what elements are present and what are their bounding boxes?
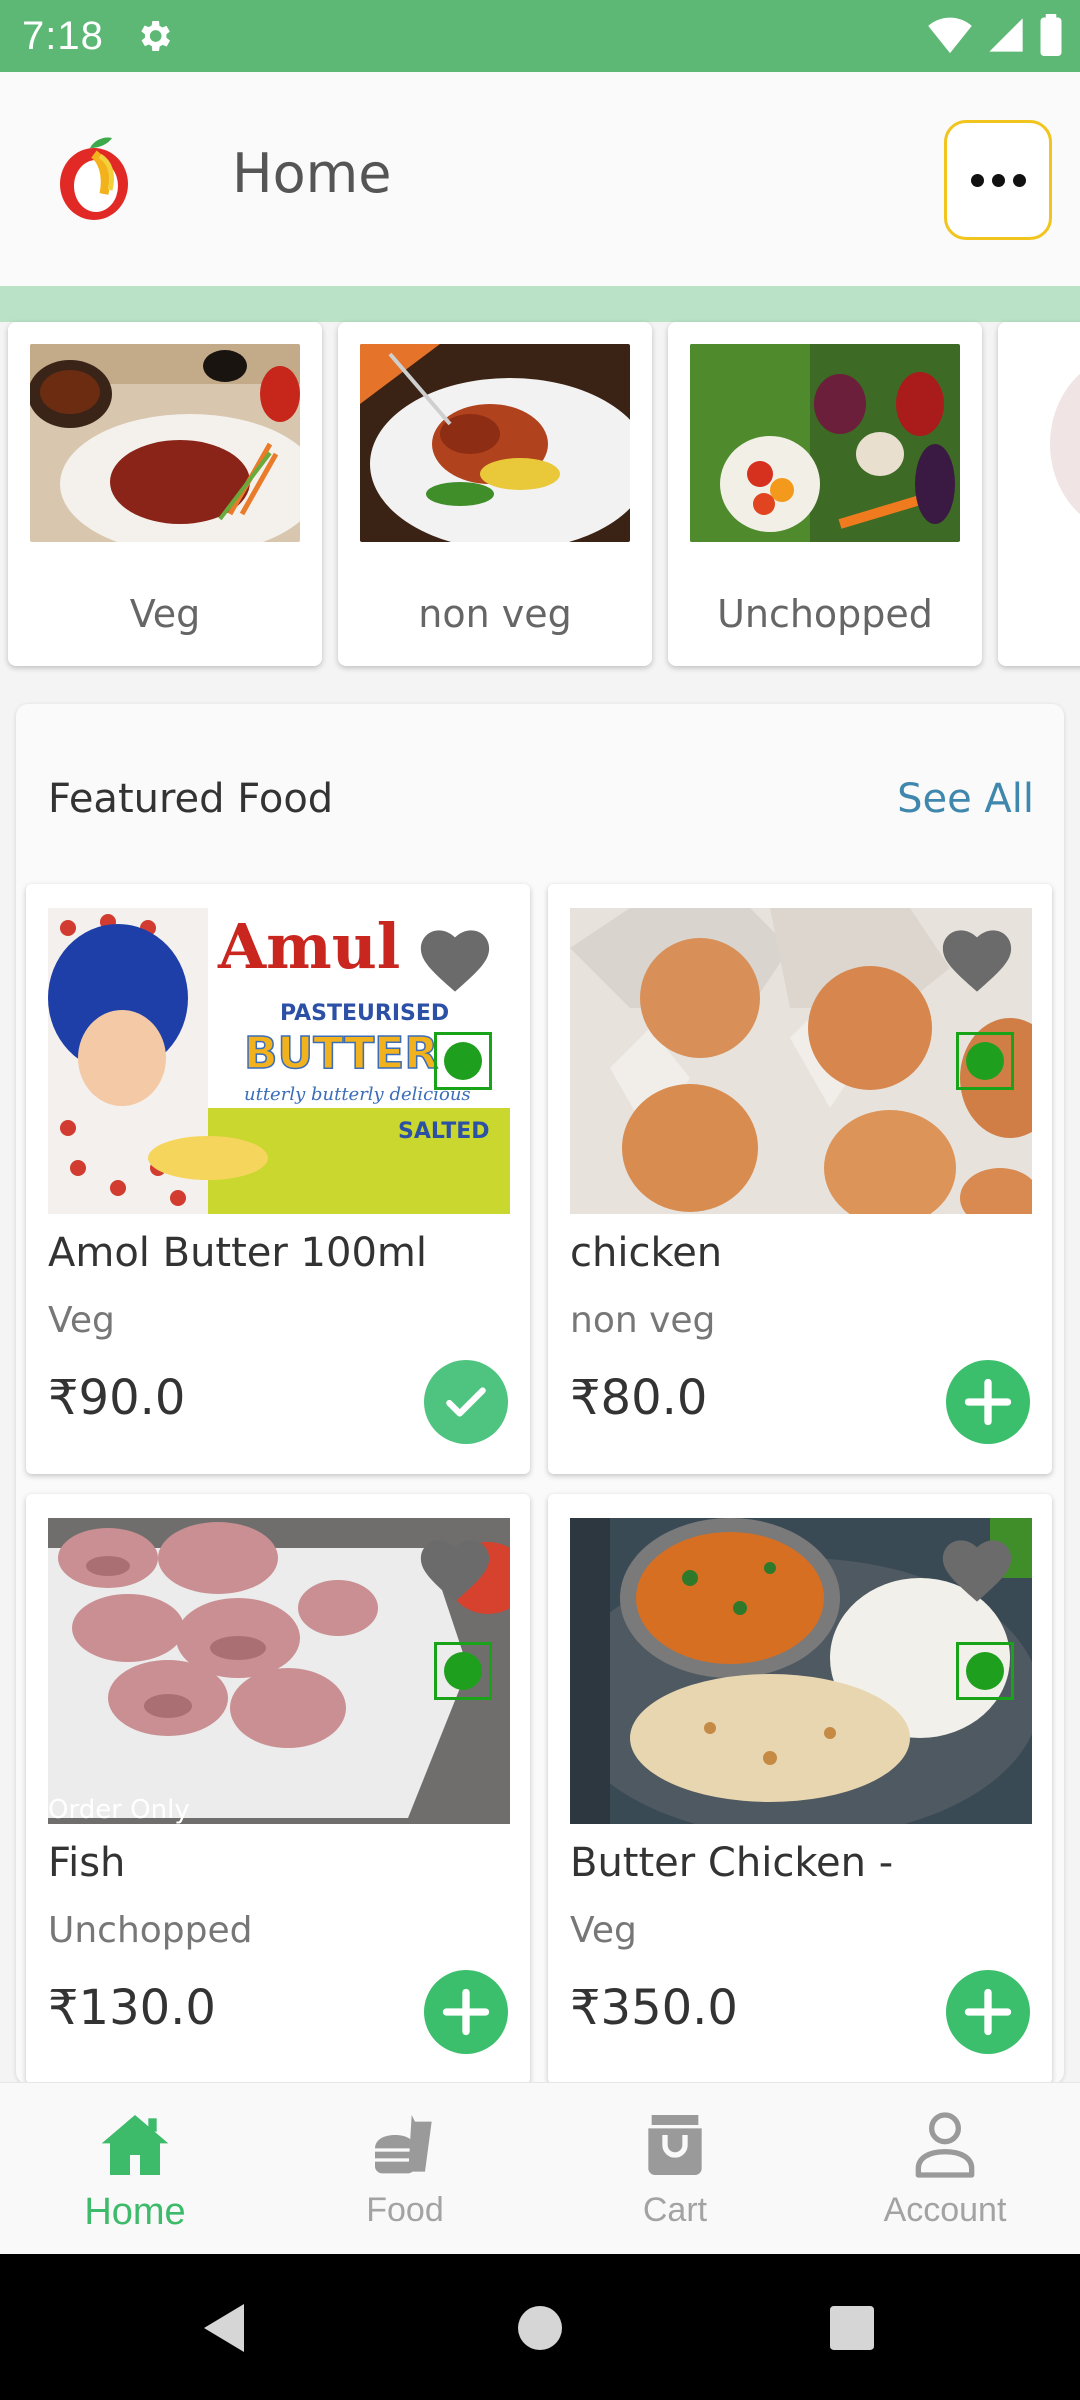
category-card-veg[interactable]: Veg — [8, 322, 322, 666]
category-card-partial[interactable] — [998, 322, 1080, 666]
food-image: Order Only — [48, 1518, 510, 1824]
status-bar: 7:18 — [0, 0, 1080, 72]
battery-icon — [1040, 14, 1062, 56]
featured-food-title: Featured Food — [48, 776, 334, 822]
veg-indicator-icon — [956, 1642, 1014, 1700]
dot-icon — [991, 173, 1005, 187]
nav-label: Food — [366, 2191, 444, 2229]
food-category: Veg — [570, 1910, 637, 1951]
brand-text: Amul — [217, 910, 400, 983]
veg-dot — [966, 1042, 1004, 1080]
food-image — [570, 1518, 1032, 1824]
food-name: Butter Chicken - — [570, 1840, 894, 1886]
food-category: Veg — [48, 1300, 115, 1341]
more-options-button[interactable] — [944, 120, 1052, 240]
recents-icon[interactable] — [830, 2306, 874, 2350]
vegetables-image — [690, 344, 960, 542]
pasteurised-text: PASTEURISED — [280, 1001, 449, 1026]
bottom-navigation: Home Food Cart Account — [0, 2082, 1080, 2254]
cell-signal-icon — [989, 18, 1023, 52]
nav-label: Home — [84, 2191, 186, 2233]
category-label: Unchopped — [717, 592, 933, 636]
roast-chicken-image — [360, 344, 630, 542]
home-circle-icon[interactable] — [518, 2306, 562, 2350]
food-category: Unchopped — [48, 1910, 253, 1951]
app-bar: Home — [0, 72, 1080, 286]
app-logo — [60, 137, 128, 220]
account-icon — [915, 2112, 975, 2178]
category-label: non veg — [418, 592, 572, 636]
cart-icon — [648, 2115, 702, 2175]
settings-gear-icon — [141, 21, 170, 51]
butter-text: BUTTER — [244, 1028, 438, 1079]
food-icon — [375, 2115, 432, 2174]
veg-dot — [966, 1652, 1004, 1690]
plus-icon — [964, 1988, 1012, 2036]
dot-icon — [970, 173, 984, 187]
category-card-unchopped[interactable]: Unchopped — [668, 322, 982, 666]
featured-food-section: Featured Food See All Amul PASTEURISED B… — [16, 704, 1064, 2084]
system-navigation-bar — [0, 2254, 1080, 2400]
food-card[interactable]: Butter Chicken - Veg ₹350.0 — [548, 1494, 1052, 2084]
nav-food[interactable]: Food — [270, 2083, 540, 2254]
add-to-cart-button[interactable] — [424, 1970, 508, 2054]
add-to-cart-button[interactable] — [946, 1970, 1030, 2054]
food-category: non veg — [570, 1300, 716, 1341]
favorite-heart-icon[interactable] — [942, 928, 1012, 994]
plus-icon — [442, 1988, 490, 2036]
category-card-non-veg[interactable]: non veg — [338, 322, 652, 666]
page-title: Home — [232, 142, 392, 205]
food-image — [570, 908, 1032, 1214]
favorite-heart-icon[interactable] — [420, 1538, 490, 1604]
status-indicators — [928, 14, 1062, 56]
category-strip[interactable]: Veg non veg Unchopped — [0, 286, 1080, 680]
nav-cart[interactable]: Cart — [540, 2083, 810, 2254]
food-price: ₹130.0 — [48, 1980, 216, 2036]
dot-icon — [1012, 173, 1026, 187]
partial-category-image — [1020, 344, 1080, 542]
food-price: ₹350.0 — [570, 1980, 738, 2036]
salted-text: SALTED — [398, 1119, 490, 1144]
veg-indicator-icon — [434, 1032, 492, 1090]
favorite-heart-icon[interactable] — [942, 1538, 1012, 1604]
back-icon[interactable] — [200, 2302, 248, 2354]
food-price: ₹80.0 — [570, 1370, 708, 1426]
food-name: Fish — [48, 1840, 126, 1886]
category-label: Veg — [129, 592, 201, 636]
food-image: Amul PASTEURISED BUTTER utterly butterly… — [48, 908, 510, 1214]
plus-icon — [964, 1378, 1012, 1426]
food-name: chicken — [570, 1230, 723, 1276]
nav-label: Account — [883, 2191, 1007, 2229]
food-card[interactable]: Order Only Fish Unchopped ₹130.0 — [26, 1494, 530, 2084]
veg-indicator-icon — [956, 1032, 1014, 1090]
veg-dish-image — [30, 344, 300, 542]
added-to-cart-button[interactable] — [424, 1360, 508, 1444]
nav-account[interactable]: Account — [810, 2083, 1080, 2254]
check-icon — [446, 1387, 486, 1417]
veg-dot — [444, 1652, 482, 1690]
food-card[interactable]: Amul PASTEURISED BUTTER utterly butterly… — [26, 884, 530, 1474]
add-to-cart-button[interactable] — [946, 1360, 1030, 1444]
favorite-heart-icon[interactable] — [420, 928, 490, 994]
wifi-icon — [928, 17, 972, 54]
food-price: ₹90.0 — [48, 1370, 186, 1426]
see-all-link[interactable]: See All — [897, 776, 1034, 822]
home-icon — [101, 2115, 169, 2175]
nav-home[interactable]: Home — [0, 2083, 270, 2254]
veg-dot — [444, 1042, 482, 1080]
nav-label: Cart — [642, 2191, 708, 2229]
food-name: Amol Butter 100ml — [48, 1230, 427, 1276]
veg-indicator-icon — [434, 1642, 492, 1700]
food-card[interactable]: chicken non veg ₹80.0 — [548, 884, 1052, 1474]
status-time: 7:18 — [22, 13, 104, 58]
order-only-caption: Order Only — [48, 1795, 190, 1824]
